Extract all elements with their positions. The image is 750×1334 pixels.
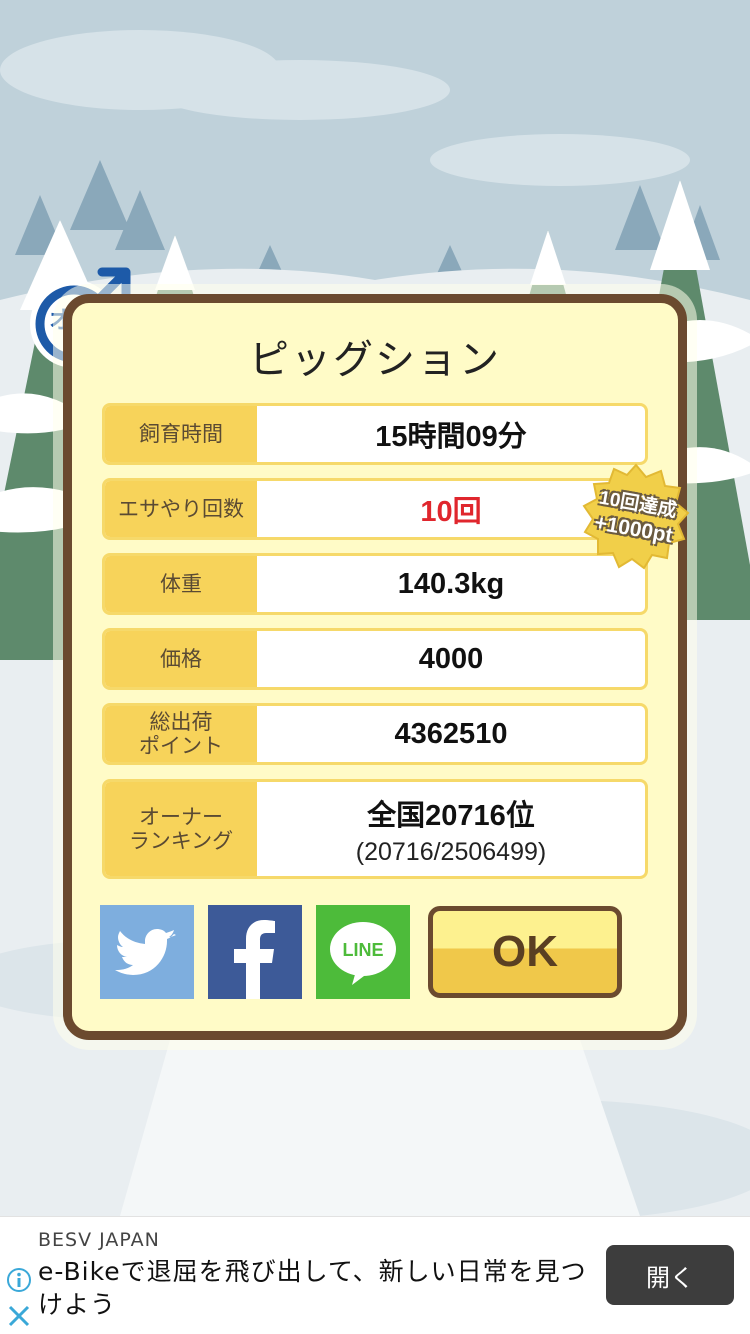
row-value: 15時間09分 [375,421,527,453]
ad-close-icon[interactable] [6,1303,32,1329]
row-weight: 体重 140.3kg [102,553,648,615]
row-label-text: 総出荷 ポイント [139,710,223,758]
row-owner-ranking: オーナー ランキング 全国20716位 (20716/2506499) [102,779,648,879]
row-feeding-count: エサやり回数 10回 [102,478,648,540]
facebook-f-icon [234,920,275,999]
ranking-value: 全国20716位 [367,799,535,832]
row-value: 4362510 [394,717,508,750]
pig-result-dialog: ピッグション 飼育時間 15時間09分 エサやり回数 10回 体重 140.3k… [63,294,690,1040]
ad-banner[interactable]: BESV JAPAN e-Bikeで退屈を飛び出して、新しい日常を見つけよう 開… [0,1216,750,1334]
twitter-bird-icon [115,929,176,975]
row-label: オーナー ランキング [105,782,257,876]
line-share-button[interactable]: LINE [316,905,410,999]
row-label: エサやり回数 [105,481,257,537]
ranking-detail: (20716/2506499) [355,837,547,866]
ad-sponsor: BESV JAPAN [38,1229,160,1251]
dialog-title: ピッグション [249,337,501,383]
ad-headline[interactable]: e-Bikeで退屈を飛び出して、新しい日常を見つけよう [38,1255,598,1321]
row-rearing-time: 飼育時間 15時間09分 [102,403,648,465]
row-label: 体重 [105,556,257,612]
row-value: 全国20716位 (20716/2506499) [257,782,645,876]
row-price: 価格 4000 [102,628,648,690]
facebook-share-button[interactable] [208,905,302,999]
achievement-badge: 10回達成 +1000pt [580,461,692,573]
row-label: 価格 [105,631,257,687]
ad-info-icon[interactable] [6,1267,32,1293]
twitter-share-button[interactable] [100,905,194,999]
row-label: 飼育時間 [105,406,257,462]
line-logo-text: LINE [342,940,383,960]
ok-button[interactable]: OK [428,906,622,998]
line-logo-icon: LINE [330,922,396,985]
row-label: 総出荷 ポイント [105,706,257,762]
row-label-text: オーナー ランキング [128,805,234,853]
row-total-shipping-points: 総出荷 ポイント 4362510 [102,703,648,765]
ad-open-button[interactable]: 開く [606,1245,734,1305]
row-value: 4000 [418,642,484,675]
